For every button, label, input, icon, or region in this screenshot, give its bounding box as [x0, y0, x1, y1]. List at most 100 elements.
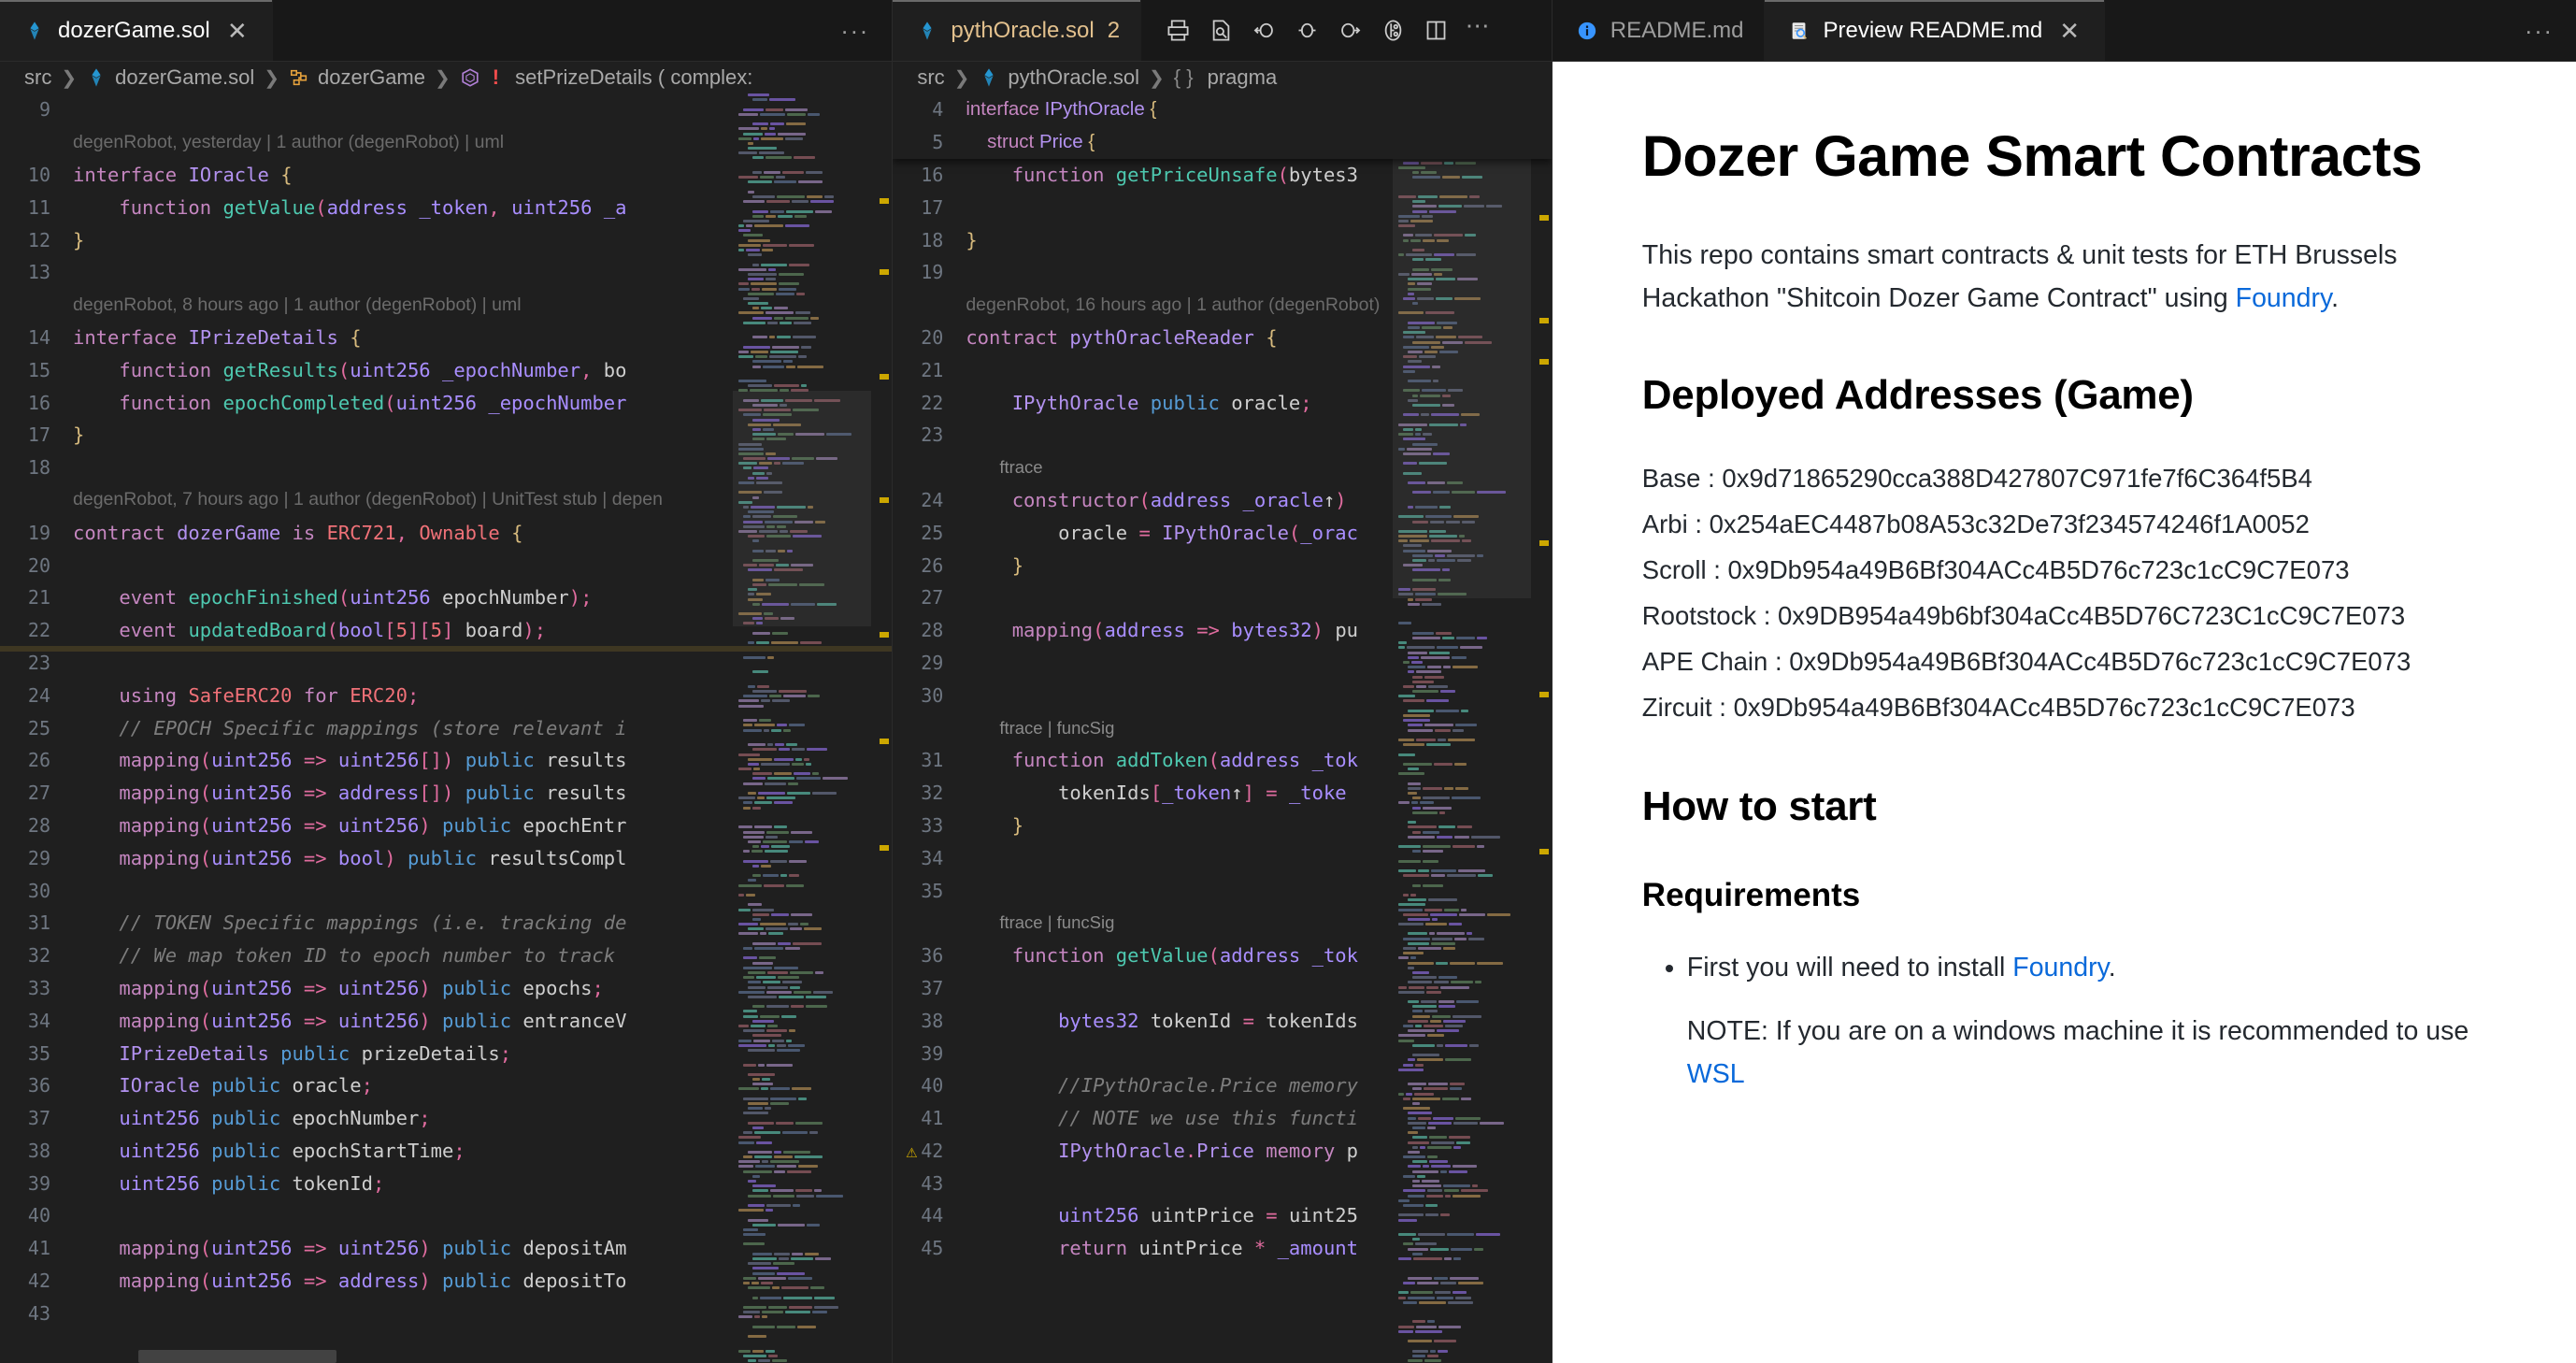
code-editor-dozergame[interactable]: 9 degenRobot, yesterday | 1 author (degen… [0, 93, 893, 1363]
breadcrumb-label: src [917, 65, 945, 89]
breadcrumb-item-src[interactable]: src [917, 65, 944, 90]
markdown-preview-icon [1793, 22, 1808, 39]
vertical-scrollbar-group-2[interactable] [1531, 93, 1552, 1363]
go-forward-icon[interactable] [1328, 9, 1371, 52]
breadcrumb-item-pragma[interactable]: { } pragma [1174, 65, 1277, 90]
solidity-file-icon [30, 21, 39, 40]
go-back-icon[interactable] [1242, 9, 1285, 52]
line-number: 17 [921, 195, 944, 219]
editor-group-2: pythOracle.sol 2 ⋯ src ❯ pythOracle.sol … [893, 0, 1552, 1363]
circle-icon[interactable] [1285, 9, 1328, 52]
line-number: 25 [27, 716, 50, 739]
heading-requirements: Requirements [1641, 876, 1861, 913]
code-lens-text[interactable]: ftrace [966, 457, 1042, 478]
sticky-line[interactable]: 4 interface IPythOracle { [893, 93, 1551, 126]
vscode-window: dozerGame.sol ✕ ... src ❯ dozerGame.sol [0, 0, 2576, 1363]
more-actions-icon[interactable]: ... [834, 9, 877, 52]
line-number: 16 [921, 163, 944, 186]
code-lens-text[interactable]: ftrace | funcSig [966, 912, 1114, 933]
close-icon[interactable]: ✕ [223, 17, 251, 45]
line-number: 42 [27, 1270, 50, 1293]
line-number: 9 [38, 98, 50, 122]
print-icon[interactable] [1156, 9, 1199, 52]
markdown-preview-pane[interactable]: Dozer Game Smart Contracts This repo con… [1552, 62, 2576, 1363]
address-row: APE Chain : 0x9Db954a49B6Bf304ACc4B5D76c… [1641, 647, 2411, 677]
line-number: 34 [921, 846, 944, 869]
heading-deployed-addresses: Deployed Addresses (Game) [1641, 372, 2194, 419]
foundry-link[interactable]: Foundry [2236, 283, 2331, 313]
chevron-right-icon: ❯ [264, 67, 280, 89]
breadcrumb-item-class[interactable]: dozerGame [289, 65, 425, 90]
warning-icon: ⚠ [906, 1139, 918, 1162]
line-number: 23 [27, 651, 50, 674]
breadcrumb-label: dozerGame [318, 65, 425, 89]
line-number: 18 [27, 456, 50, 480]
line-number: 21 [921, 358, 944, 381]
sticky-line[interactable]: 5 struct Price { [893, 126, 1551, 159]
overview-warning-mark [880, 198, 890, 204]
foundry-link[interactable]: Foundry [2012, 953, 2108, 983]
more-actions-icon[interactable]: ... [2518, 9, 2561, 52]
line-number: 10 [27, 163, 50, 186]
breadcrumb-item-file[interactable]: dozerGame.sol [86, 65, 254, 90]
address-value: 0x9d71865290cca388D427807C971fe7f6C364f5… [1722, 464, 2312, 494]
line-content: struct Price { [987, 131, 1095, 153]
tabbar-group-2: pythOracle.sol 2 ⋯ [893, 0, 1552, 62]
tab-dozergame-sol[interactable]: dozerGame.sol ✕ [0, 0, 273, 61]
editor-actions-group-2: ⋯ [1141, 0, 1516, 61]
line-number: 40 [27, 1204, 50, 1227]
line-number: 21 [27, 586, 50, 610]
tabbar-actions-group-1: ... [819, 0, 893, 61]
more-actions-label: ⋯ [1465, 11, 1493, 39]
minimap-slider[interactable] [733, 391, 872, 626]
minimap-group-1[interactable] [733, 93, 872, 1363]
blame-text: degenRobot, 7 hours ago | 1 author (dege… [73, 489, 663, 510]
overview-warning-mark [1538, 318, 1549, 323]
tab-pythoracle-sol[interactable]: pythOracle.sol 2 [893, 0, 1142, 61]
solidity-file-icon [92, 68, 101, 87]
requirements-note: NOTE: If you are on a windows machine it… [1687, 1010, 2486, 1096]
split-editor-icon[interactable] [1414, 9, 1457, 52]
overview-warning-mark [1538, 849, 1549, 854]
error-marker-icon: ! [492, 65, 500, 89]
line-number: 4 [932, 98, 944, 122]
breadcrumb-item-method[interactable]: ! setPrizeDetails ( complex: [460, 65, 752, 90]
line-number: 29 [27, 846, 50, 869]
deployed-addresses-list: Base : 0x9d71865290cca388D427807C971fe7f… [1642, 456, 2486, 731]
tab-readme-md[interactable]: README.md [1552, 0, 1766, 61]
line-number: 22 [921, 391, 944, 414]
line-number: 32 [27, 944, 50, 968]
line-number: 27 [27, 782, 50, 805]
tab-preview-readme-md[interactable]: Preview README.md ✕ [1765, 0, 2106, 61]
line-number: 31 [921, 749, 944, 772]
address-value: 0x9Db954a49B6Bf304ACc4B5D76c723c1cC9C7E0… [1789, 647, 2411, 677]
breadcrumb-item-src[interactable]: src [24, 65, 51, 90]
minimap-slider[interactable] [1392, 93, 1531, 598]
code-lens-text[interactable]: ftrace | funcSig [966, 718, 1114, 739]
sticky-scroll-header[interactable]: 4 interface IPythOracle { 5 struct Price { [893, 93, 1552, 159]
breadcrumb-label: pythOracle.sol [1008, 65, 1140, 89]
line-content: interface IPythOracle { [966, 98, 1157, 121]
line-number: 22 [27, 619, 50, 642]
vertical-scrollbar-group-1[interactable] [871, 93, 892, 1363]
overview-warning-mark [1538, 215, 1549, 221]
horizontal-scrollbar-group-1[interactable] [138, 1350, 336, 1363]
overview-warning-mark [1538, 359, 1549, 365]
line-number: 18 [921, 228, 944, 251]
minimap-group-2[interactable] [1392, 93, 1531, 1363]
address-chain: Rootstock [1641, 601, 1757, 631]
address-row: Base : 0x9d71865290cca388D427807C971fe7f… [1641, 464, 2312, 494]
readme-title: Dozer Game Smart Contracts [1641, 124, 2423, 188]
line-number: 35 [921, 879, 944, 902]
line-number: 41 [27, 1237, 50, 1260]
chevron-right-icon: ❯ [435, 67, 451, 89]
more-actions-icon[interactable]: ⋯ [1457, 9, 1500, 52]
close-icon[interactable]: ✕ [2055, 17, 2083, 45]
chevron-right-icon: ❯ [61, 67, 78, 89]
code-editor-pythoracle[interactable]: 14 }15 function getPrice(bytes32 _tok16 … [893, 93, 1552, 1363]
breadcrumb-item-file[interactable]: pythOracle.sol [979, 65, 1139, 90]
open-preview-icon[interactable] [1199, 9, 1242, 52]
source-control-graph-icon[interactable] [1371, 9, 1414, 52]
wsl-link[interactable]: WSL [1687, 1059, 1745, 1089]
blame-text: degenRobot, yesterday | 1 author (degenR… [73, 131, 505, 152]
